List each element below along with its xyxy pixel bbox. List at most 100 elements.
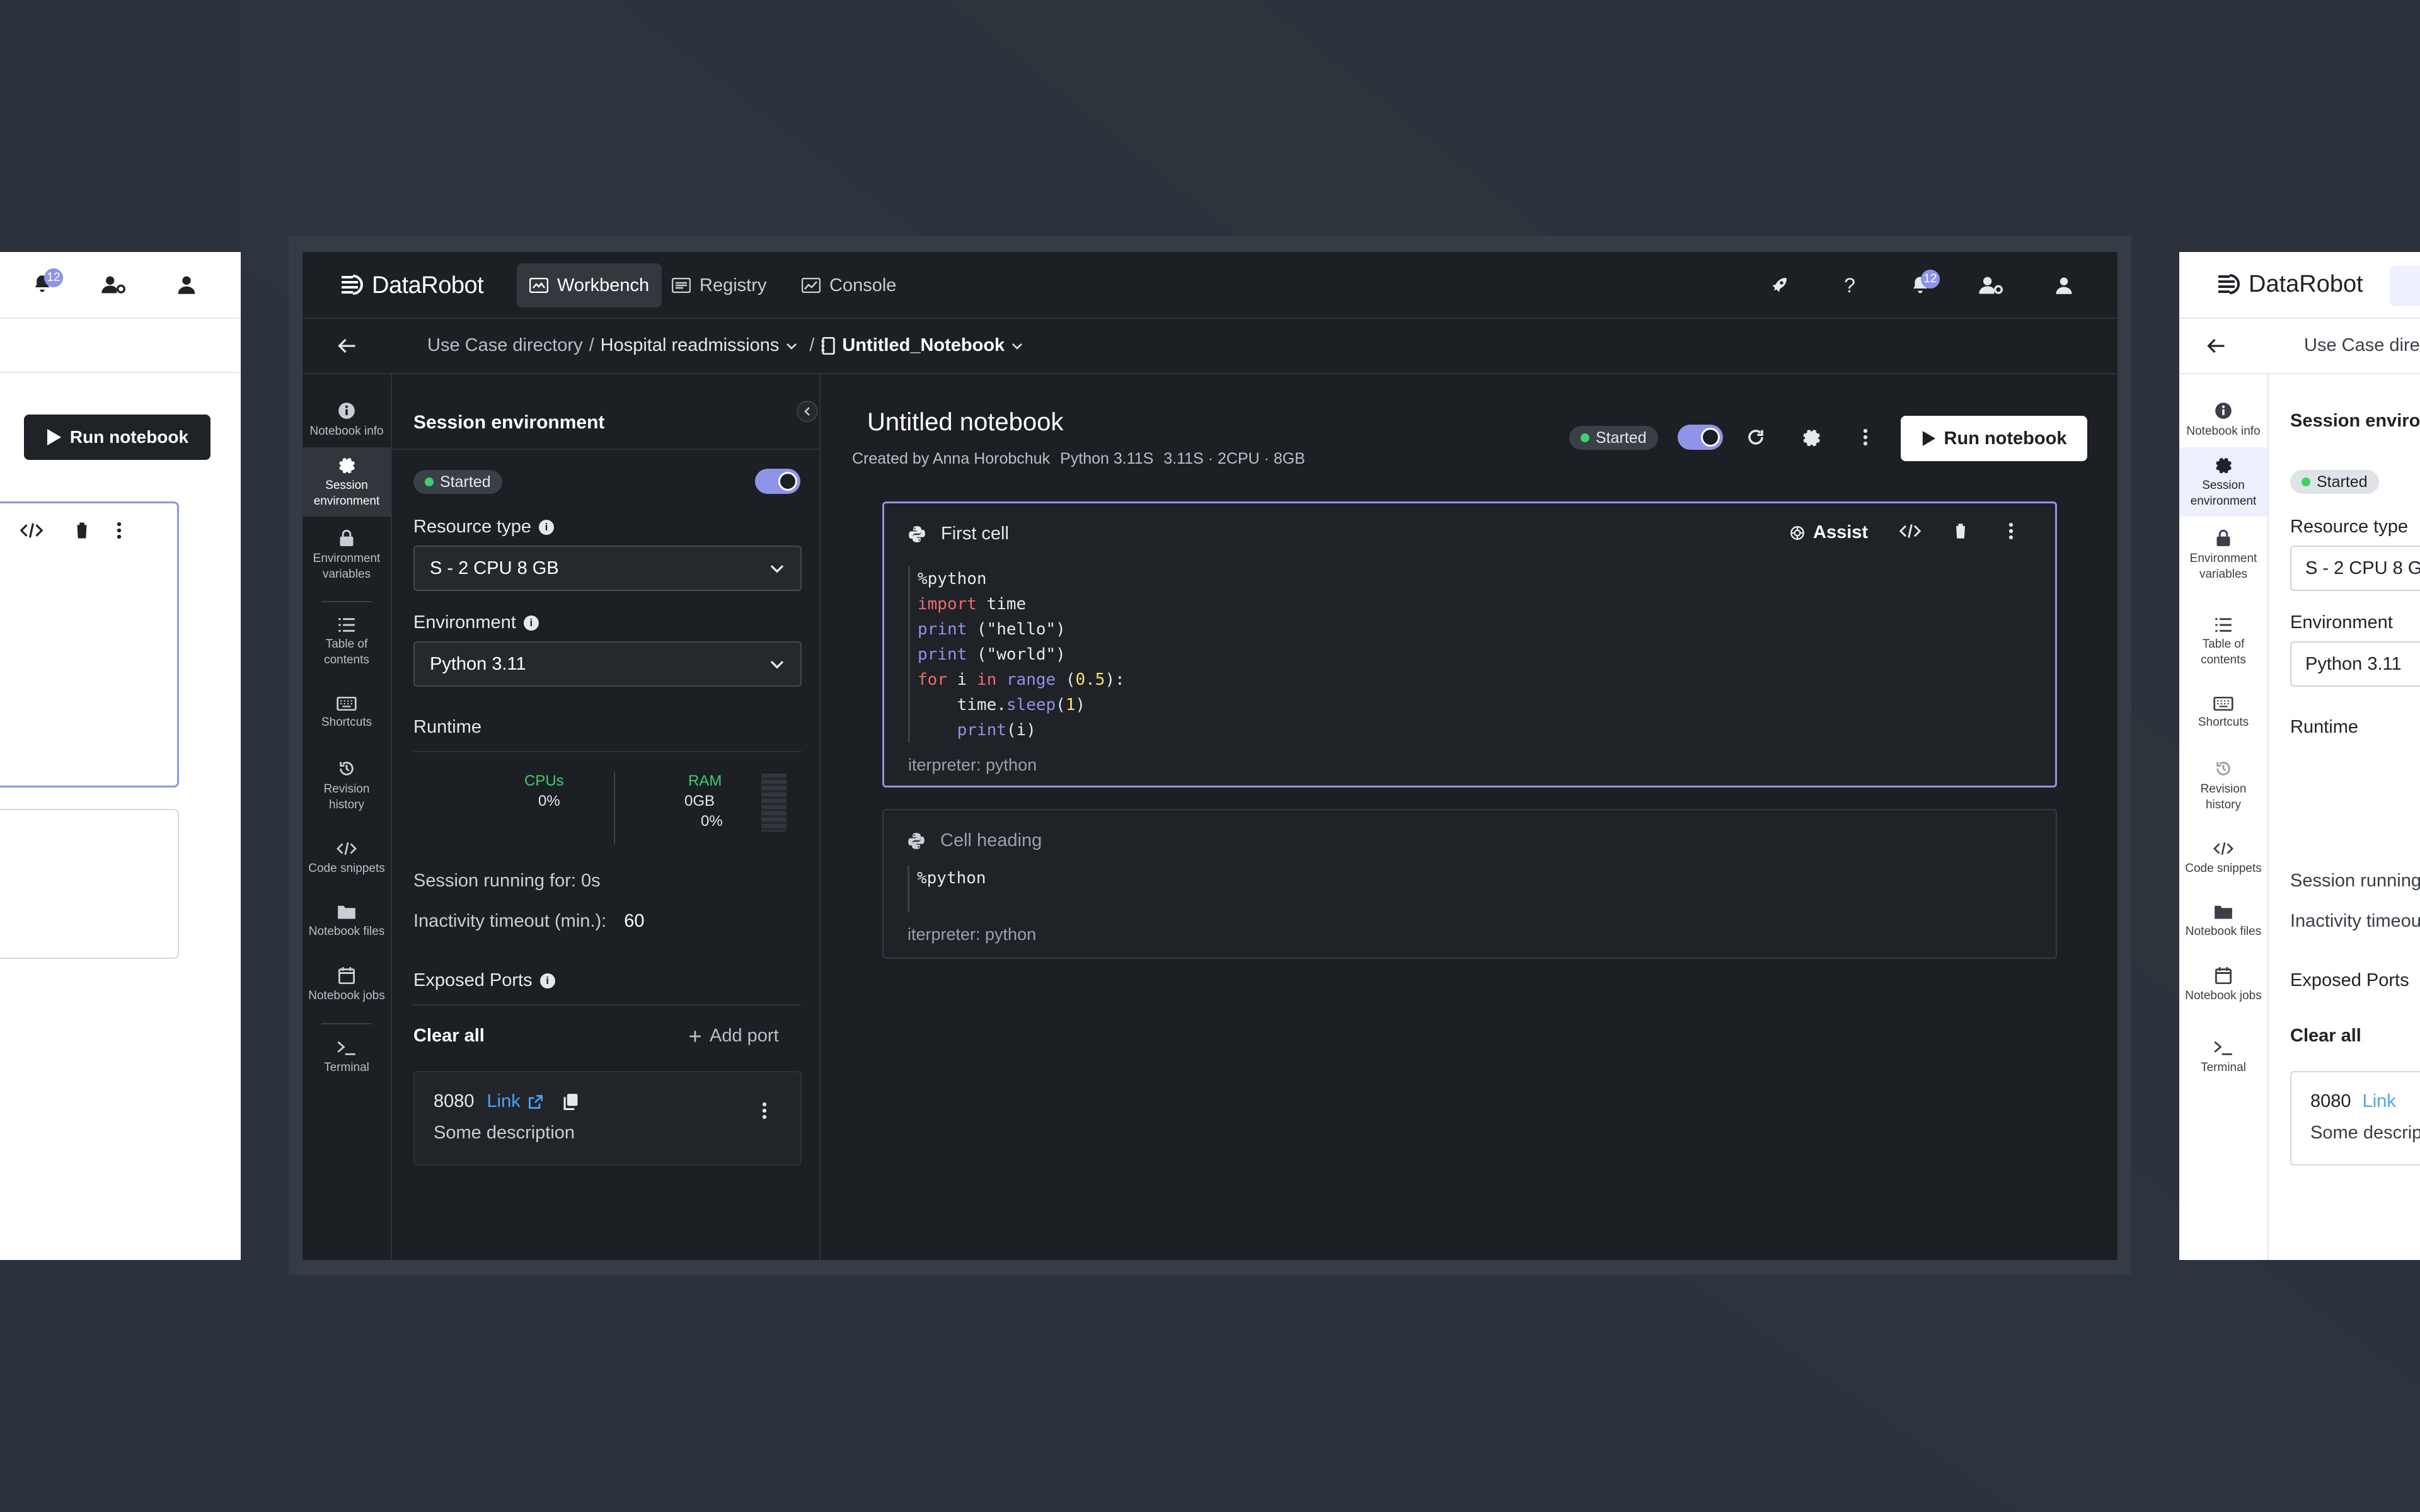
user-settings-icon[interactable] [101,275,126,298]
breadcrumb-root[interactable]: Use Case directory [427,335,583,356]
info-icon[interactable]: i [539,519,554,535]
clear-all-button[interactable]: Clear all [413,1026,485,1046]
refresh-icon [1748,430,1763,445]
resource-type-select[interactable]: S - 2 CPU 8 G [2290,546,2420,591]
notebook-title[interactable]: Untitled notebook [867,408,1063,437]
run-notebook-button[interactable]: Run notebook [24,415,210,460]
bell-icon[interactable]: 12 [33,268,63,298]
second-cell-preview[interactable] [0,809,179,959]
sidebar-item-table-of-contents[interactable]: Table of contents [302,617,391,668]
cell-more-button[interactable] [1993,513,2029,549]
restart-button[interactable] [1738,420,1773,455]
user-settings-button[interactable] [1974,268,2008,302]
sidebar-item-shortcuts[interactable]: Shortcuts [2179,697,2267,730]
port-link[interactable]: Link [2363,1091,2396,1111]
user-icon[interactable] [176,275,197,298]
nav-console[interactable]: Console [789,263,909,307]
play-icon [47,429,61,445]
keyboard-icon [337,697,357,711]
code-toggle-icon[interactable] [20,521,43,543]
sidebar-item-notebook-jobs[interactable]: Notebook jobs [2179,966,2267,1004]
nav-workbench[interactable] [2390,266,2420,306]
notifications-button[interactable]: 12 [1903,268,1940,302]
delete-cell-button[interactable] [1943,513,1978,549]
trash-icon[interactable] [74,521,90,543]
environment-select[interactable]: Python 3.11 [413,641,802,687]
sidebar-item-shortcuts[interactable]: Shortcuts [302,697,391,730]
chevron-down-icon[interactable] [1011,341,1023,350]
toggle-code-button[interactable] [1893,513,1928,549]
notebook-cell[interactable]: Cell heading %python iterpreter: python [882,809,2057,959]
assist-button[interactable]: Assist [1789,522,1868,543]
rocket-button[interactable] [1762,268,1796,302]
sidebar-item-session-environment[interactable]: Session environment [302,447,391,517]
list-icon [2215,618,2232,632]
status-dot [2302,478,2310,486]
sidebar-item-environment-variables[interactable]: Environment variables [302,529,391,582]
code-icon [337,842,357,856]
info-icon[interactable]: i [523,615,539,631]
settings-button[interactable] [1794,420,1829,455]
more-icon[interactable] [115,521,123,543]
inactivity-timeout-value[interactable]: 60 [624,911,644,932]
external-link-icon[interactable] [528,1094,543,1109]
port-more-icon[interactable] [761,1101,768,1123]
port-link[interactable]: Link [487,1091,521,1112]
code-editor[interactable]: %python import time print ("hello") print (… [908,566,2030,743]
sidebar-item-session-environment[interactable]: Session environment [2179,447,2267,517]
cell-heading[interactable]: First cell [941,524,1009,544]
interpreter-label: iterpreter: python [908,925,1037,944]
created-by: Created by Anna Horobchuk [852,450,1051,467]
brand-logo[interactable]: DataRobot [2218,271,2363,298]
sidebar-item-notebook-info[interactable]: Notebook info [302,402,391,439]
python-version: Python 3.11S [1060,450,1154,467]
run-notebook-button[interactable]: Run notebook [1901,416,2087,461]
sidebar-item-code-snippets[interactable]: Code snippets [2179,840,2267,876]
cell-header: First cell [908,524,1009,544]
brand-logo[interactable]: DataRobot [342,270,484,301]
sidebar-item-notebook-files[interactable]: Notebook files [302,903,391,939]
sidebar-item-terminal[interactable]: Terminal [302,1040,391,1075]
nav-registry[interactable]: Registry [659,263,779,307]
nav-workbench[interactable]: Workbench [517,263,662,307]
more-options-button[interactable] [1848,420,1883,455]
environment-label: Environment [2290,612,2393,633]
breadcrumb-use-case[interactable]: Hospital readmissions [601,335,780,356]
terminal-icon [337,1041,355,1055]
sidebar-item-table-of-contents[interactable]: Table of contents [2179,617,2267,668]
collapse-panel-button[interactable] [797,401,818,422]
add-port-button[interactable]: Add port [688,1026,779,1046]
back-button[interactable] [330,329,364,363]
info-icon [2215,403,2232,419]
sidebar-item-code-snippets[interactable]: Code snippets [302,840,391,876]
code-editor[interactable]: %python [908,866,2029,912]
clear-all-button[interactable]: Clear all [2290,1026,2361,1046]
breadcrumb-root[interactable]: Use Case dire [2304,335,2420,356]
sidebar-item-revision-history[interactable]: Revision history [302,760,391,813]
ram-meter [761,774,786,832]
sidebar-item-notebook-jobs[interactable]: Notebook jobs [302,966,391,1004]
chevron-down-icon[interactable] [785,341,798,350]
breadcrumb-notebook[interactable]: Untitled_Notebook [842,335,1005,356]
sidebar-item-notebook-info[interactable]: Notebook info [2179,402,2267,439]
kernel-toggle[interactable] [1678,425,1723,450]
sidebar-item-revision-history[interactable]: Revision history [2179,760,2267,813]
cell-heading[interactable]: Cell heading [940,830,1042,851]
arrow-left-icon[interactable] [2207,338,2226,357]
session-toggle[interactable] [755,469,800,494]
notebook-meta: Created by Anna Horobchuk Python 3.11S 3… [852,450,1305,468]
chevron-down-icon [770,660,784,669]
info-icon[interactable]: i [539,973,555,988]
help-button[interactable]: ? [1833,268,1867,302]
first-cell-preview[interactable] [0,501,179,788]
environment-label: Environment i [413,612,539,633]
copy-icon[interactable] [562,1093,579,1111]
sidebar-item-terminal[interactable]: Terminal [2179,1040,2267,1075]
sidebar-item-notebook-files[interactable]: Notebook files [2179,903,2267,939]
resource-type-select[interactable]: S - 2 CPU 8 GB [413,546,802,591]
environment-select[interactable]: Python 3.11 [2290,641,2420,687]
profile-button[interactable] [2047,268,2081,302]
left-topbar: 12 [0,252,241,319]
notebook-cell[interactable]: First cell Assist %python import time prin… [882,501,2057,788]
sidebar-item-environment-variables[interactable]: Environment variables [2179,529,2267,582]
